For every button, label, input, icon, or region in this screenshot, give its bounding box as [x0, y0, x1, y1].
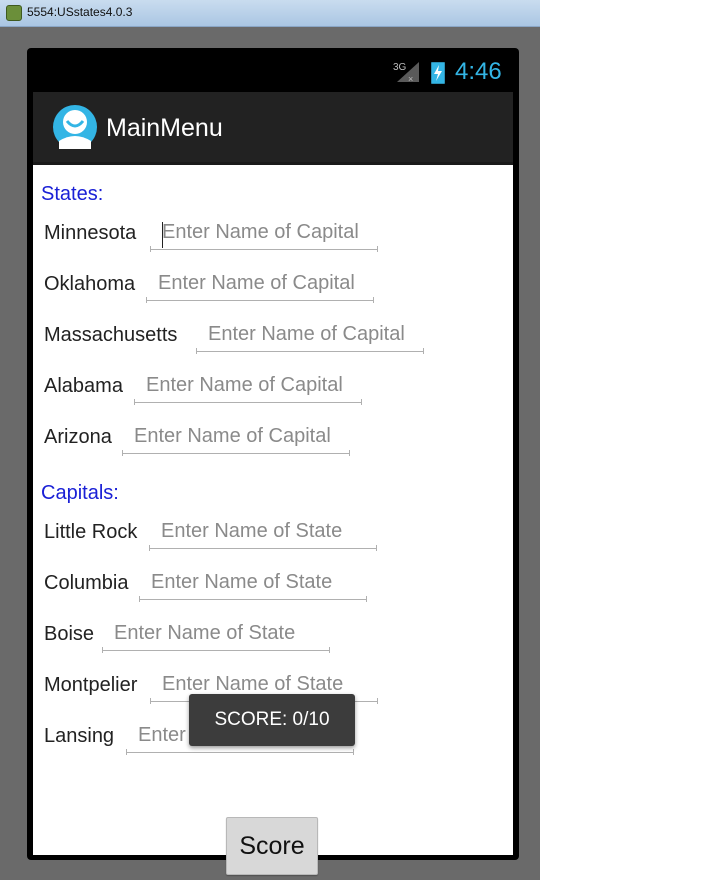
capital-label: Lansing — [44, 725, 115, 747]
capital-input-minnesota[interactable] — [150, 216, 378, 250]
signal-3g-icon: 3G × — [393, 62, 419, 84]
desktop-background — [540, 0, 705, 880]
capital-input-wrapper — [150, 216, 378, 252]
state-label: Oklahoma — [44, 273, 136, 295]
capital-input-arizona[interactable] — [122, 420, 350, 454]
capital-label: Boise — [44, 623, 95, 645]
state-label: Arizona — [44, 426, 112, 448]
battery-charging-icon — [431, 62, 445, 84]
status-bar: 3G × 4:46 — [27, 48, 519, 90]
score-button[interactable]: Score — [226, 817, 318, 875]
state-input-wrapper — [102, 617, 330, 653]
state-label: Minnesota — [44, 222, 137, 244]
capital-input-wrapper — [134, 369, 362, 405]
svg-text:×: × — [408, 74, 413, 84]
app-launcher-icon[interactable] — [53, 105, 97, 149]
capital-input-oklahoma[interactable] — [146, 267, 374, 301]
states-section-header: States: — [41, 183, 104, 205]
score-toast: SCORE: 0/10 — [189, 694, 355, 746]
capital-label: Montpelier — [44, 674, 138, 696]
state-label: Massachusetts — [44, 324, 178, 346]
state-input-wrapper — [139, 566, 367, 602]
main-content: States: Minnesota Oklahoma Massachusetts… — [33, 165, 513, 875]
window-titlebar: 5554:USstates4.0.3 — [0, 0, 540, 27]
state-input-wrapper — [149, 515, 377, 551]
capital-input-wrapper — [146, 267, 374, 303]
capital-input-alabama[interactable] — [134, 369, 362, 403]
capital-input-wrapper — [196, 318, 424, 354]
capital-label: Little Rock — [44, 521, 138, 543]
window-title: 5554:USstates4.0.3 — [27, 5, 133, 19]
action-bar: MainMenu — [33, 92, 513, 165]
state-input-boise[interactable] — [102, 617, 330, 651]
state-input-columbia[interactable] — [139, 566, 367, 600]
text-cursor — [162, 222, 163, 248]
state-label: Alabama — [44, 375, 123, 397]
state-input-little-rock[interactable] — [149, 515, 377, 549]
capitals-section-header: Capitals: — [41, 482, 119, 504]
capital-input-massachusetts[interactable] — [196, 318, 424, 352]
capital-input-wrapper — [122, 420, 350, 456]
network-type-label: 3G — [393, 62, 407, 73]
status-time: 4:46 — [455, 58, 502, 85]
capital-label: Columbia — [44, 572, 129, 594]
app-title: MainMenu — [106, 114, 223, 142]
emulator-icon — [6, 5, 22, 21]
